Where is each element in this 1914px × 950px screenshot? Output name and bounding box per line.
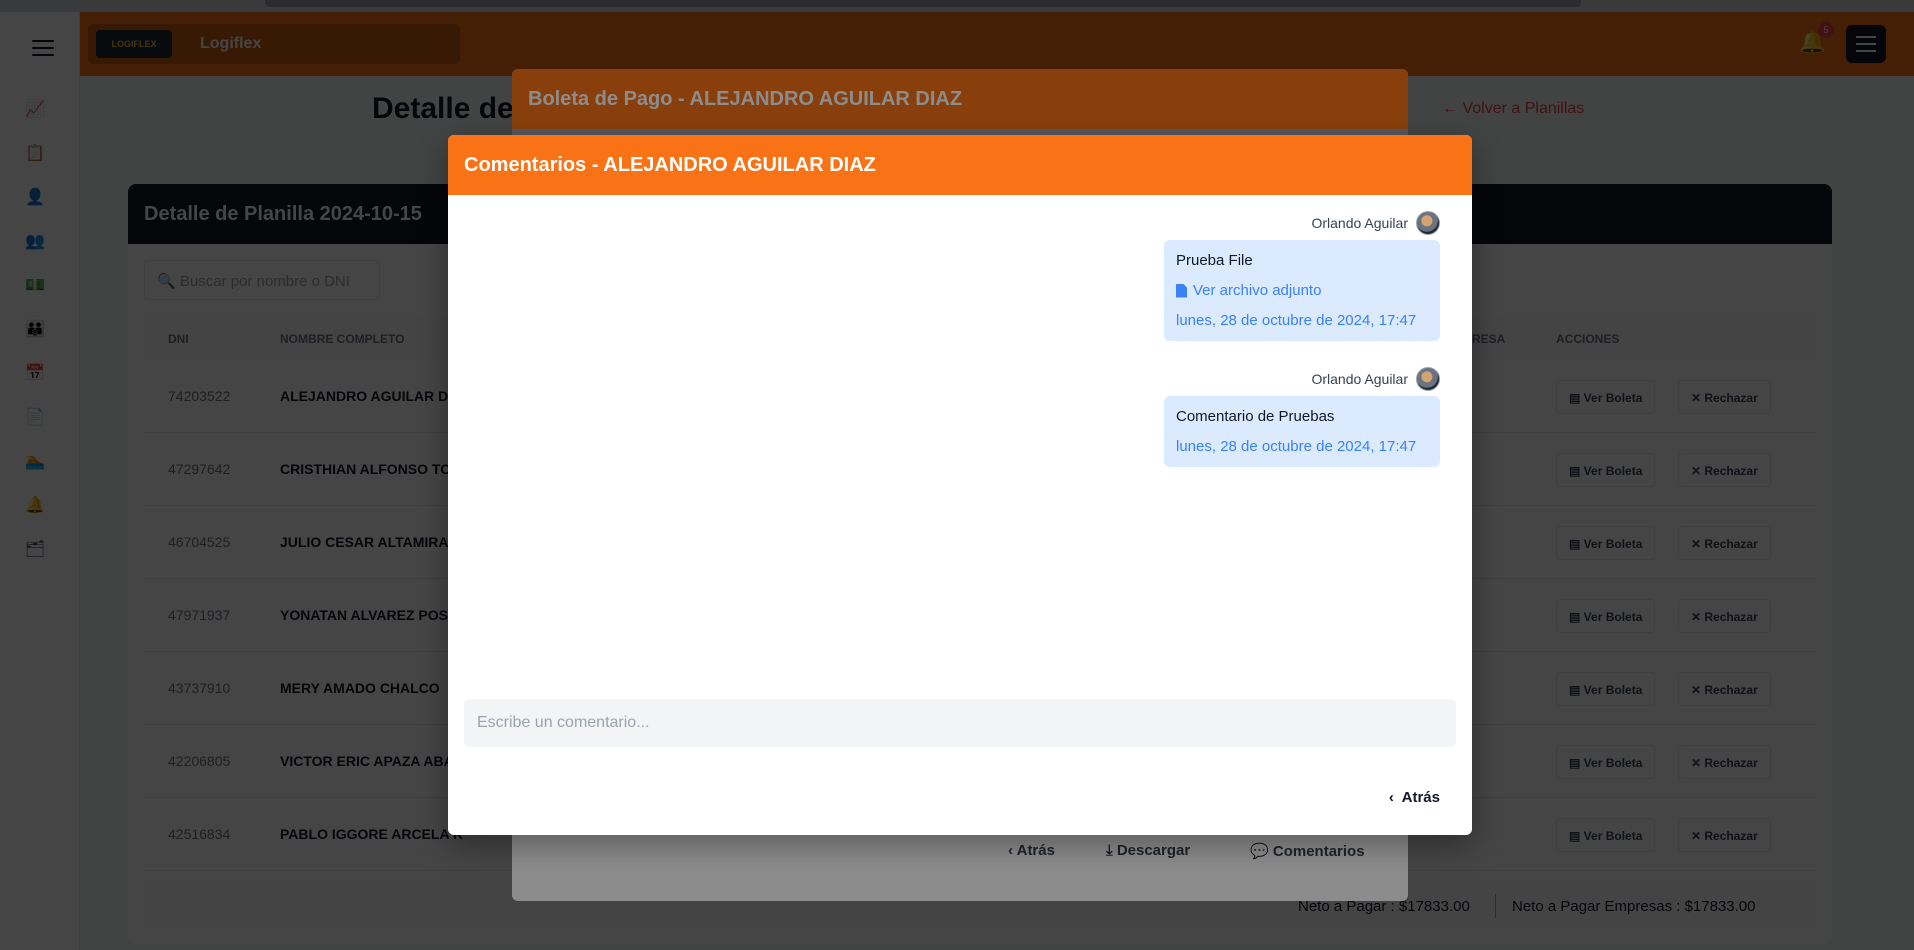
- avatar: [1416, 367, 1440, 391]
- message-text: Prueba File: [1176, 252, 1253, 269]
- message-date: lunes, 28 de octubre de 2024, 17:47: [1176, 438, 1417, 455]
- comments-modal-title: Comentarios - ALEJANDRO AGUILAR DIAZ: [448, 135, 1472, 195]
- comments-modal: Comentarios - ALEJANDRO AGUILAR DIAZ Orl…: [448, 135, 1472, 835]
- comments-back-button[interactable]: ‹ Atrás: [1389, 789, 1440, 806]
- message-text: Comentario de Pruebas: [1176, 408, 1335, 425]
- file-icon: [1176, 283, 1187, 298]
- attachment-link[interactable]: Ver archivo adjunto: [1176, 282, 1428, 299]
- message-bubble: Comentario de Pruebas lunes, 28 de octub…: [1164, 396, 1440, 467]
- comment-input[interactable]: [464, 699, 1456, 747]
- message-author: Orlando Aguilar: [1311, 215, 1408, 231]
- message-date: lunes, 28 de octubre de 2024, 17:47: [1176, 312, 1417, 329]
- comments-back-label: Atrás: [1401, 789, 1440, 806]
- message-bubble: Prueba File Ver archivo adjunto lunes, 2…: [1164, 240, 1440, 341]
- attachment-label: Ver archivo adjunto: [1193, 282, 1322, 299]
- message-author: Orlando Aguilar: [1311, 371, 1408, 387]
- avatar: [1416, 211, 1440, 235]
